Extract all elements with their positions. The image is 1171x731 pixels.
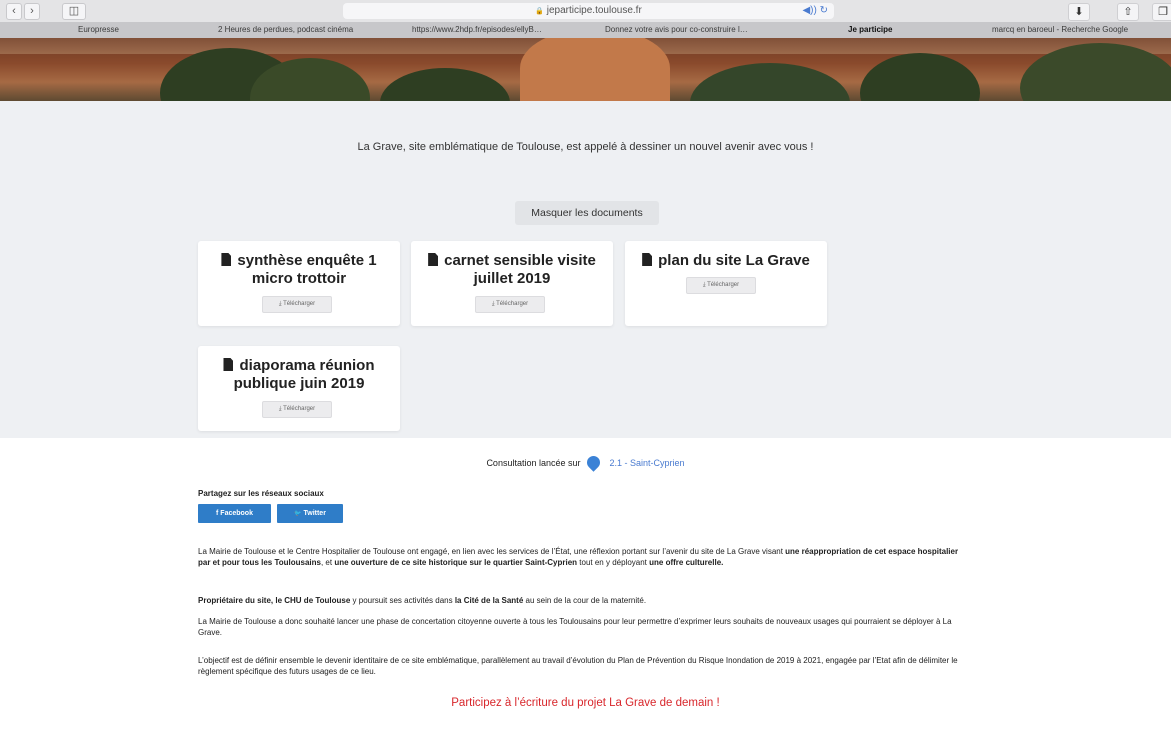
share-title: Partagez sur les réseaux sociaux (198, 489, 324, 498)
download-button[interactable]: ⬇ (1068, 3, 1090, 21)
url-text: jeparticipe.toulouse.fr (546, 5, 642, 16)
tabs-button[interactable]: ❐ (1152, 3, 1171, 21)
download-button[interactable]: ⤓ Télécharger (686, 277, 756, 294)
document-title: synthèse enquête 1 micro trottoir (237, 252, 377, 287)
document-card: diaporama réunion publique juin 2019 ⤓ T… (198, 346, 400, 431)
paragraph-1: La Mairie de Toulouse et le Centre Hospi… (198, 547, 959, 567)
favorites-bar: Europresse 2 Heures de perdues, podcast … (0, 22, 1171, 38)
favorite-link[interactable]: 2 Heures de perdues, podcast cinéma (218, 25, 353, 34)
consultation-place-link[interactable]: 2.1 - Saint-Cyprien (610, 458, 685, 468)
facebook-share-button[interactable]: f Facebook (198, 504, 271, 523)
facebook-icon: f (216, 510, 219, 517)
hide-documents-button[interactable]: Masquer les documents (515, 201, 659, 225)
document-title: plan du site La Grave (658, 252, 810, 269)
lock-icon: 🔒 (535, 8, 544, 15)
map-pin-icon (583, 453, 603, 472)
download-button[interactable]: ⤓ Télécharger (475, 296, 545, 313)
document-card: synthèse enquête 1 micro trottoir ⤓ Télé… (198, 241, 400, 326)
share-button[interactable]: ⇧ (1117, 3, 1139, 21)
paragraph-3: La Mairie de Toulouse a donc souhaité la… (198, 617, 952, 637)
document-card: carnet sensible visite juillet 2019 ⤓ Té… (411, 241, 613, 326)
audio-reload-icons[interactable]: ◀)) ↻ (802, 3, 828, 19)
twitter-icon: 🐦 (294, 511, 302, 517)
favorite-link[interactable]: https://www.2hdp.fr/episodes/ellyB… (412, 25, 542, 34)
back-button[interactable]: ‹ (6, 3, 22, 20)
download-icon: ⤓ (491, 301, 495, 307)
forward-button[interactable]: › (24, 3, 40, 20)
sidebar-icon: ◫ (68, 5, 80, 17)
file-icon (428, 253, 439, 266)
favorite-link-active[interactable]: Je participe (848, 25, 892, 34)
file-icon (642, 253, 653, 266)
share-icon: ⇧ (1123, 6, 1133, 18)
document-card: plan du site La Grave ⤓ Télécharger (625, 241, 827, 326)
download-icon: ⤓ (278, 301, 282, 307)
hero-banner-image (0, 38, 1171, 101)
intro-text: La Grave, site emblématique de Toulouse,… (357, 141, 814, 153)
consultation-line: Consultation lancée sur 2.1 - Saint-Cypri… (0, 453, 1171, 472)
document-title: carnet sensible visite juillet 2019 (444, 252, 596, 287)
tabs-icon: ❐ (1158, 6, 1168, 18)
favorite-link[interactable]: Europresse (78, 25, 119, 34)
consultation-label: Consultation lancée sur (486, 458, 581, 468)
download-icon: ⤓ (278, 406, 282, 412)
documents-section: La Grave, site emblématique de Toulouse,… (0, 101, 1171, 438)
chevron-left-icon: ‹ (12, 5, 16, 17)
twitter-share-button[interactable]: 🐦 Twitter (277, 504, 343, 523)
document-title: diaporama réunion publique juin 2019 (233, 357, 375, 392)
download-icon: ⬇ (1074, 6, 1084, 18)
favorite-link[interactable]: Donnez votre avis pour co-construire l… (605, 25, 748, 34)
download-button[interactable]: ⤓ Télécharger (262, 401, 332, 418)
file-icon (221, 253, 232, 266)
download-icon: ⤓ (702, 282, 706, 288)
favorite-link[interactable]: marcq en baroeul - Recherche Google (992, 25, 1128, 34)
address-bar[interactable]: 🔒 jeparticipe.toulouse.fr ◀)) ↻ (343, 3, 834, 19)
participate-cta[interactable]: Participez à l’écriture du projet La Gra… (0, 697, 1171, 709)
file-icon (223, 358, 234, 371)
browser-toolbar: ‹ › ◫ 🔒 jeparticipe.toulouse.fr ◀)) ↻ ⬇ … (0, 0, 1171, 22)
chevron-right-icon: › (30, 5, 34, 17)
sidebar-button[interactable]: ◫ (62, 3, 86, 20)
paragraph-4: L’objectif est de définir ensemble le de… (198, 656, 958, 676)
download-button[interactable]: ⤓ Télécharger (262, 296, 332, 313)
paragraph-2: Propriétaire du site, le CHU de Toulouse… (198, 596, 647, 605)
